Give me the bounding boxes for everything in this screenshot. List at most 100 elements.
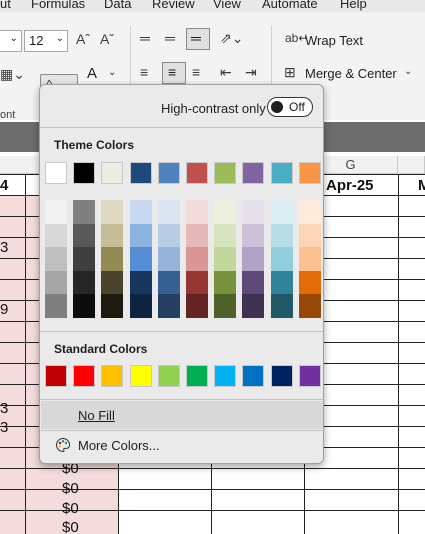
cell-header[interactable]: M [418, 177, 425, 194]
theme-shade-swatch[interactable] [101, 294, 124, 319]
high-contrast-toggle[interactable]: Off [267, 97, 313, 117]
increase-indent-icon[interactable]: ⇥ [245, 64, 257, 81]
theme-shade-swatch[interactable] [298, 200, 321, 225]
theme-shade-swatch[interactable] [298, 270, 321, 295]
align-bottom-button[interactable]: ═ [186, 28, 210, 50]
cell-value[interactable]: 3 [0, 400, 8, 417]
wrap-text-button[interactable]: Wrap Text [305, 33, 363, 48]
menu-help[interactable]: Help [340, 0, 367, 11]
theme-shade-swatch[interactable] [270, 270, 293, 295]
theme-shade-swatch[interactable] [45, 247, 67, 272]
theme-color-swatch[interactable] [298, 162, 321, 184]
theme-shade-swatch[interactable] [214, 247, 237, 272]
theme-shade-swatch[interactable] [242, 223, 265, 248]
theme-shade-swatch[interactable] [242, 247, 265, 272]
theme-shade-swatch[interactable] [214, 270, 237, 295]
align-middle-icon[interactable]: ═ [165, 30, 175, 46]
borders-icon[interactable]: ▦⌄ [0, 66, 25, 83]
theme-shade-swatch[interactable] [157, 294, 180, 319]
merge-center-button[interactable]: Merge & Center [305, 66, 397, 81]
align-center-button[interactable]: ≡ [162, 62, 186, 84]
theme-shade-swatch[interactable] [157, 270, 180, 295]
standard-color-swatch[interactable] [242, 365, 265, 387]
chevron-down-icon[interactable]: ⌄ [404, 66, 412, 77]
theme-shade-swatch[interactable] [73, 294, 96, 319]
standard-color-swatch[interactable] [73, 365, 96, 387]
theme-shade-swatch[interactable] [129, 294, 152, 319]
theme-shade-swatch[interactable] [157, 223, 180, 248]
menu-formulas[interactable]: Formulas [31, 0, 85, 11]
decrease-font-icon[interactable]: Aˇ [100, 31, 114, 47]
standard-color-swatch[interactable] [129, 365, 152, 387]
theme-color-swatch[interactable] [101, 162, 124, 184]
menu-data[interactable]: Data [104, 0, 131, 11]
theme-shade-swatch[interactable] [214, 200, 237, 225]
cell-value[interactable]: $0 [62, 519, 79, 534]
theme-color-swatch[interactable] [73, 162, 96, 184]
theme-shade-swatch[interactable] [73, 270, 96, 295]
standard-color-swatch[interactable] [186, 365, 208, 387]
align-left-icon[interactable]: ≡ [140, 64, 148, 80]
theme-shade-swatch[interactable] [242, 270, 265, 295]
theme-shade-swatch[interactable] [270, 200, 293, 225]
column-header-h[interactable] [398, 156, 425, 174]
theme-shade-swatch[interactable] [73, 247, 96, 272]
theme-color-swatch[interactable] [129, 162, 152, 184]
theme-shade-swatch[interactable] [186, 270, 208, 295]
theme-color-swatch[interactable] [186, 162, 208, 184]
cell-value[interactable]: $0 [62, 500, 79, 517]
theme-shade-swatch[interactable] [242, 200, 265, 225]
cell-header[interactable]: 4 [0, 177, 8, 194]
theme-shade-swatch[interactable] [73, 223, 96, 248]
standard-color-swatch[interactable] [45, 365, 67, 387]
cell-value[interactable]: 3 [0, 419, 8, 436]
increase-font-icon[interactable]: Aˆ [76, 31, 90, 47]
theme-shade-swatch[interactable] [129, 270, 152, 295]
theme-shade-swatch[interactable] [101, 270, 124, 295]
theme-shade-swatch[interactable] [101, 200, 124, 225]
theme-shade-swatch[interactable] [214, 223, 237, 248]
theme-shade-swatch[interactable] [270, 247, 293, 272]
cell-value[interactable]: 3 [0, 239, 8, 256]
more-colors-option[interactable]: More Colors... [41, 431, 323, 459]
menu-automate[interactable]: Automate [262, 0, 318, 11]
theme-shade-swatch[interactable] [186, 247, 208, 272]
theme-shade-swatch[interactable] [45, 270, 67, 295]
font-size-combo[interactable]: 12 ⌄ [24, 30, 68, 52]
theme-shade-swatch[interactable] [129, 200, 152, 225]
theme-color-swatch[interactable] [157, 162, 180, 184]
theme-shade-swatch[interactable] [129, 247, 152, 272]
theme-color-swatch[interactable] [214, 162, 237, 184]
orientation-icon[interactable]: ⇗⌄ [220, 30, 243, 47]
align-top-icon[interactable]: ═ [140, 30, 150, 46]
theme-shade-swatch[interactable] [186, 223, 208, 248]
cell-header[interactable]: Apr-25 [326, 177, 374, 194]
theme-shade-swatch[interactable] [298, 223, 321, 248]
standard-color-swatch[interactable] [270, 365, 293, 387]
theme-shade-swatch[interactable] [242, 294, 265, 319]
theme-shade-swatch[interactable] [270, 294, 293, 319]
standard-color-swatch[interactable] [298, 365, 321, 387]
theme-color-swatch[interactable] [45, 162, 67, 184]
decrease-indent-icon[interactable]: ⇤ [220, 64, 232, 81]
merge-center-icon[interactable]: ⊞ [284, 64, 296, 81]
theme-shade-swatch[interactable] [157, 247, 180, 272]
no-fill-option[interactable]: No Fill [41, 401, 323, 429]
theme-shade-swatch[interactable] [45, 294, 67, 319]
theme-shade-swatch[interactable] [45, 223, 67, 248]
standard-color-swatch[interactable] [214, 365, 237, 387]
theme-color-swatch[interactable] [270, 162, 293, 184]
cell-value[interactable]: $0 [62, 480, 79, 497]
theme-shade-swatch[interactable] [270, 223, 293, 248]
theme-shade-swatch[interactable] [101, 247, 124, 272]
font-name-combo[interactable]: ⌄ [0, 30, 22, 52]
theme-shade-swatch[interactable] [73, 200, 96, 225]
menu-review[interactable]: Review [152, 0, 195, 11]
theme-shade-swatch[interactable] [214, 294, 237, 319]
standard-color-swatch[interactable] [157, 365, 180, 387]
theme-shade-swatch[interactable] [157, 200, 180, 225]
align-right-icon[interactable]: ≡ [192, 64, 200, 80]
menu-cut[interactable]: ut [0, 0, 11, 11]
theme-shade-swatch[interactable] [298, 294, 321, 319]
menu-view[interactable]: View [213, 0, 241, 11]
